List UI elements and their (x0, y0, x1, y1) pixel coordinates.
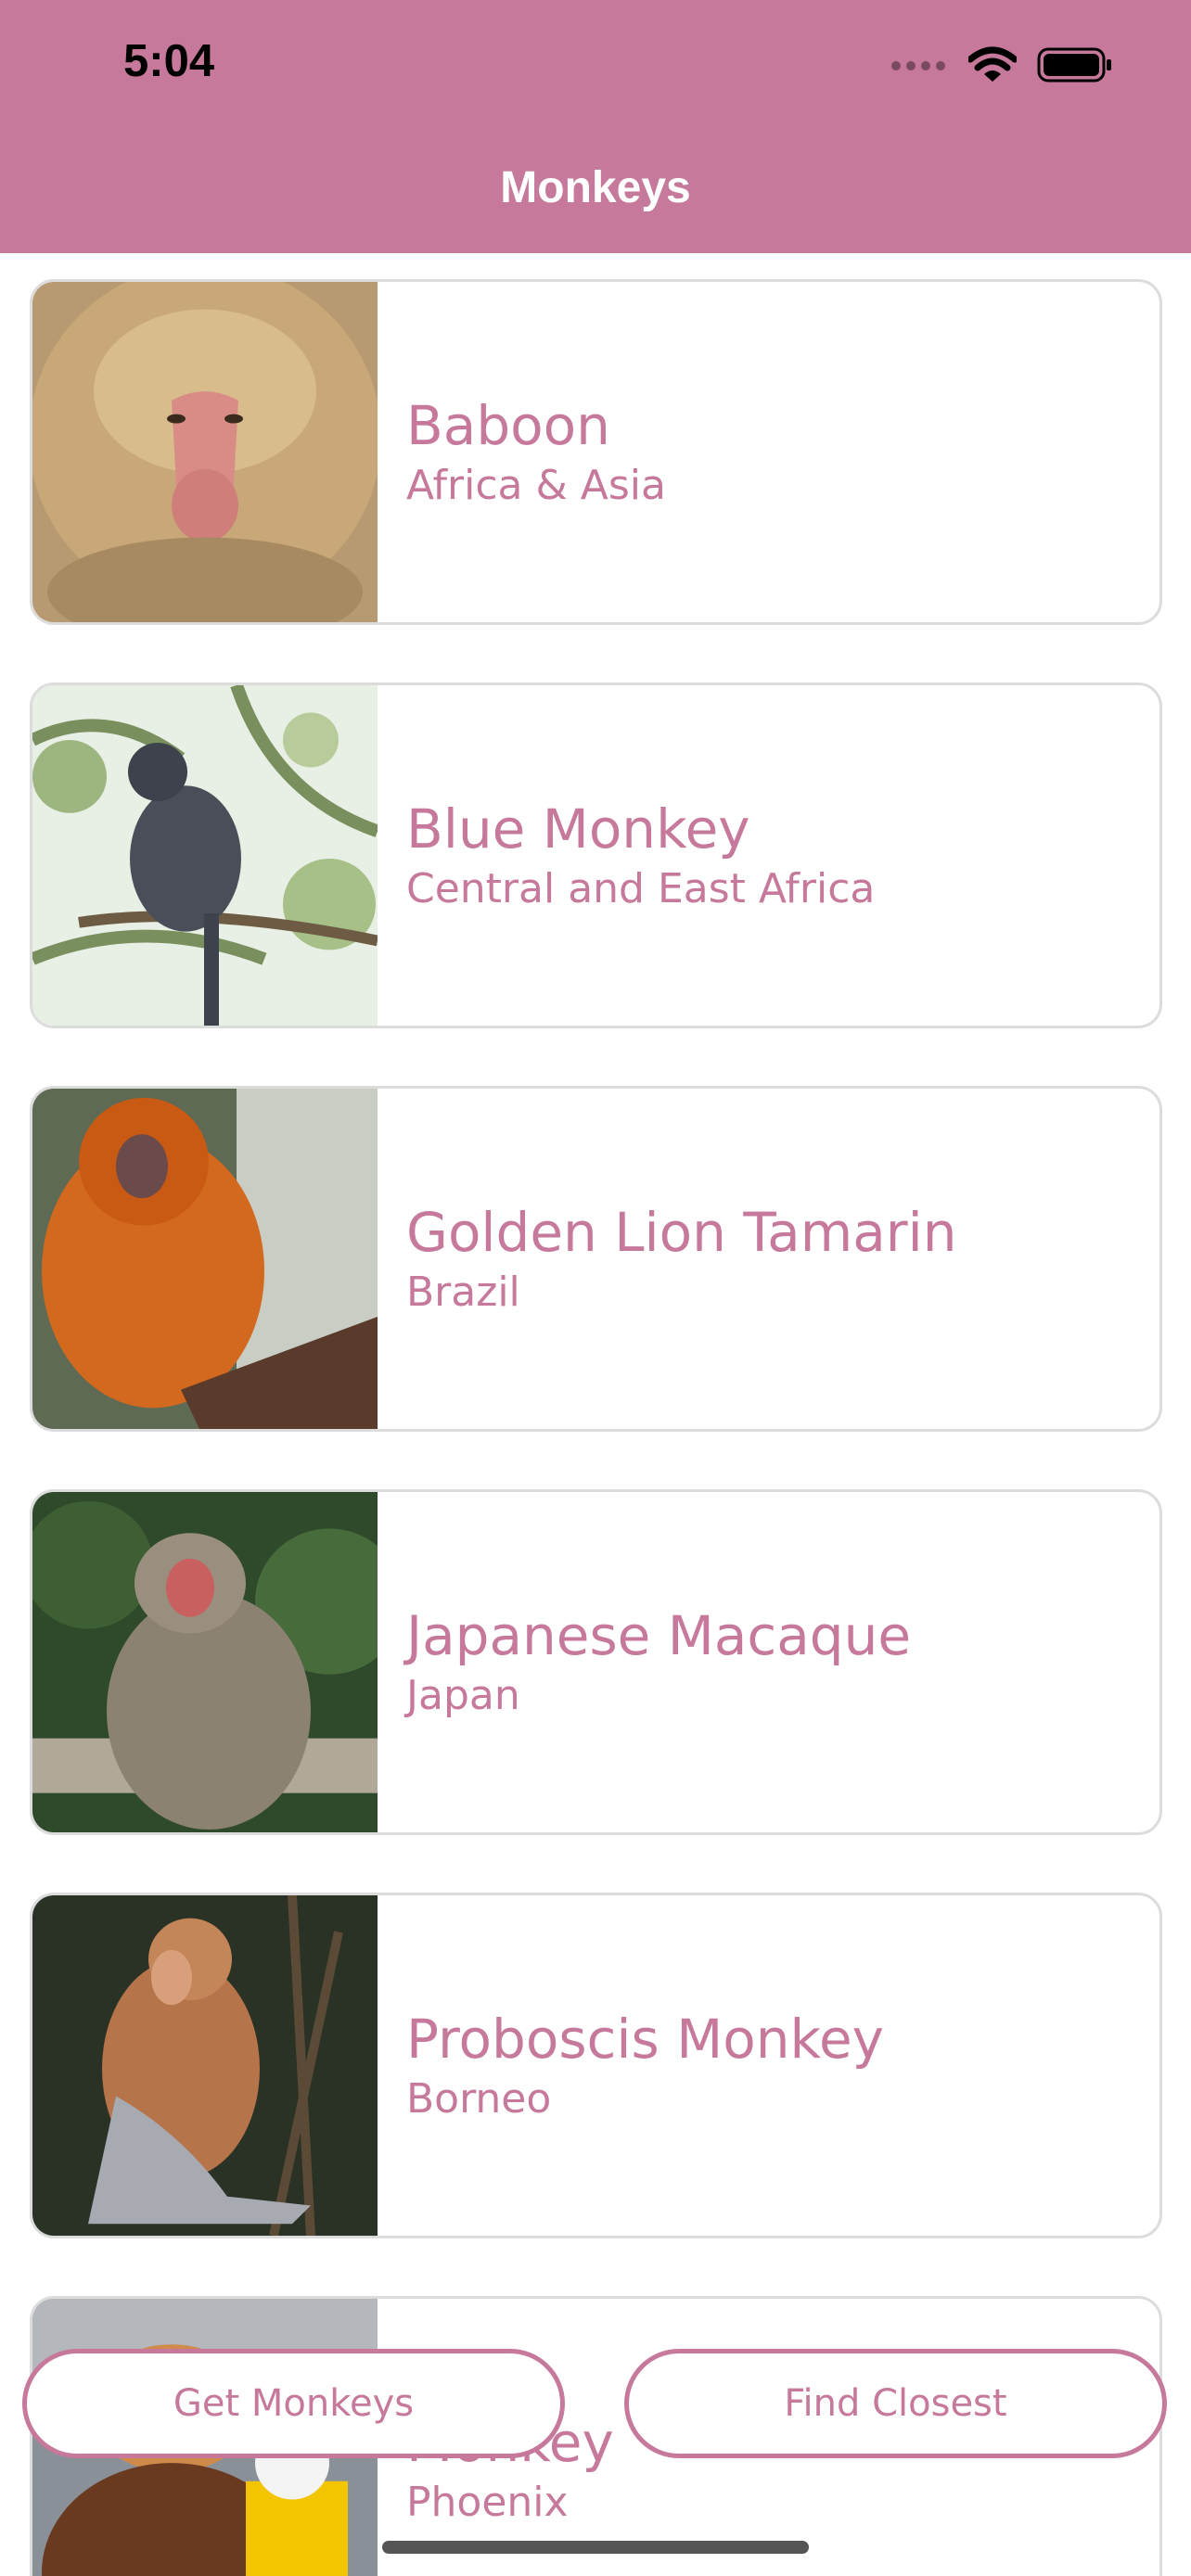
status-time: 5:04 (123, 36, 215, 86)
status-icons (890, 46, 1113, 87)
monkey-name: Japanese Macaque (406, 1603, 912, 1667)
list-item-golden-lion-tamarin[interactable]: Golden Lion Tamarin Brazil (30, 1086, 1162, 1432)
page-title: Monkeys (500, 163, 691, 212)
app-screen: 5:04 Monkeys Baboon Africa & Asia Blue M… (0, 0, 1191, 2576)
monkey-location: Borneo (406, 2074, 552, 2123)
monkey-location: Japan (406, 1671, 520, 1719)
monkey-photo-japanese-macaque (32, 1492, 378, 1832)
battery-icon (1037, 47, 1113, 86)
monkey-name: Baboon (406, 393, 610, 457)
monkey-name: Proboscis Monkey (406, 2007, 885, 2071)
monkey-photo-blue-monkey (32, 685, 378, 1026)
list-item-proboscis-monkey[interactable]: Proboscis Monkey Borneo (30, 1893, 1162, 2238)
monkey-location: Phoenix (406, 2478, 569, 2526)
monkey-location: Brazil (406, 1268, 520, 1316)
monkey-location: Central and East Africa (406, 864, 876, 912)
navigation-header: 5:04 Monkeys (0, 0, 1191, 253)
list-item-baboon[interactable]: Baboon Africa & Asia (30, 279, 1162, 625)
list-item-japanese-macaque[interactable]: Japanese Macaque Japan (30, 1489, 1162, 1835)
find-closest-button[interactable]: Find Closest (624, 2349, 1167, 2458)
cellular-signal-icon (890, 58, 948, 76)
monkey-photo-baboon (32, 282, 378, 622)
monkey-name: Blue Monkey (406, 797, 750, 861)
home-indicator[interactable] (382, 2541, 809, 2554)
monkey-photo-golden-lion-tamarin (32, 1089, 378, 1429)
get-monkeys-button[interactable]: Get Monkeys (22, 2349, 565, 2458)
list-item-blue-monkey[interactable]: Blue Monkey Central and East Africa (30, 682, 1162, 1028)
monkey-photo-proboscis-monkey (32, 1895, 378, 2236)
wifi-icon (967, 46, 1018, 87)
monkey-name: Golden Lion Tamarin (406, 1200, 957, 1264)
monkey-list[interactable]: Baboon Africa & Asia Blue Monkey Central… (0, 253, 1191, 2576)
monkey-location: Africa & Asia (406, 461, 666, 509)
